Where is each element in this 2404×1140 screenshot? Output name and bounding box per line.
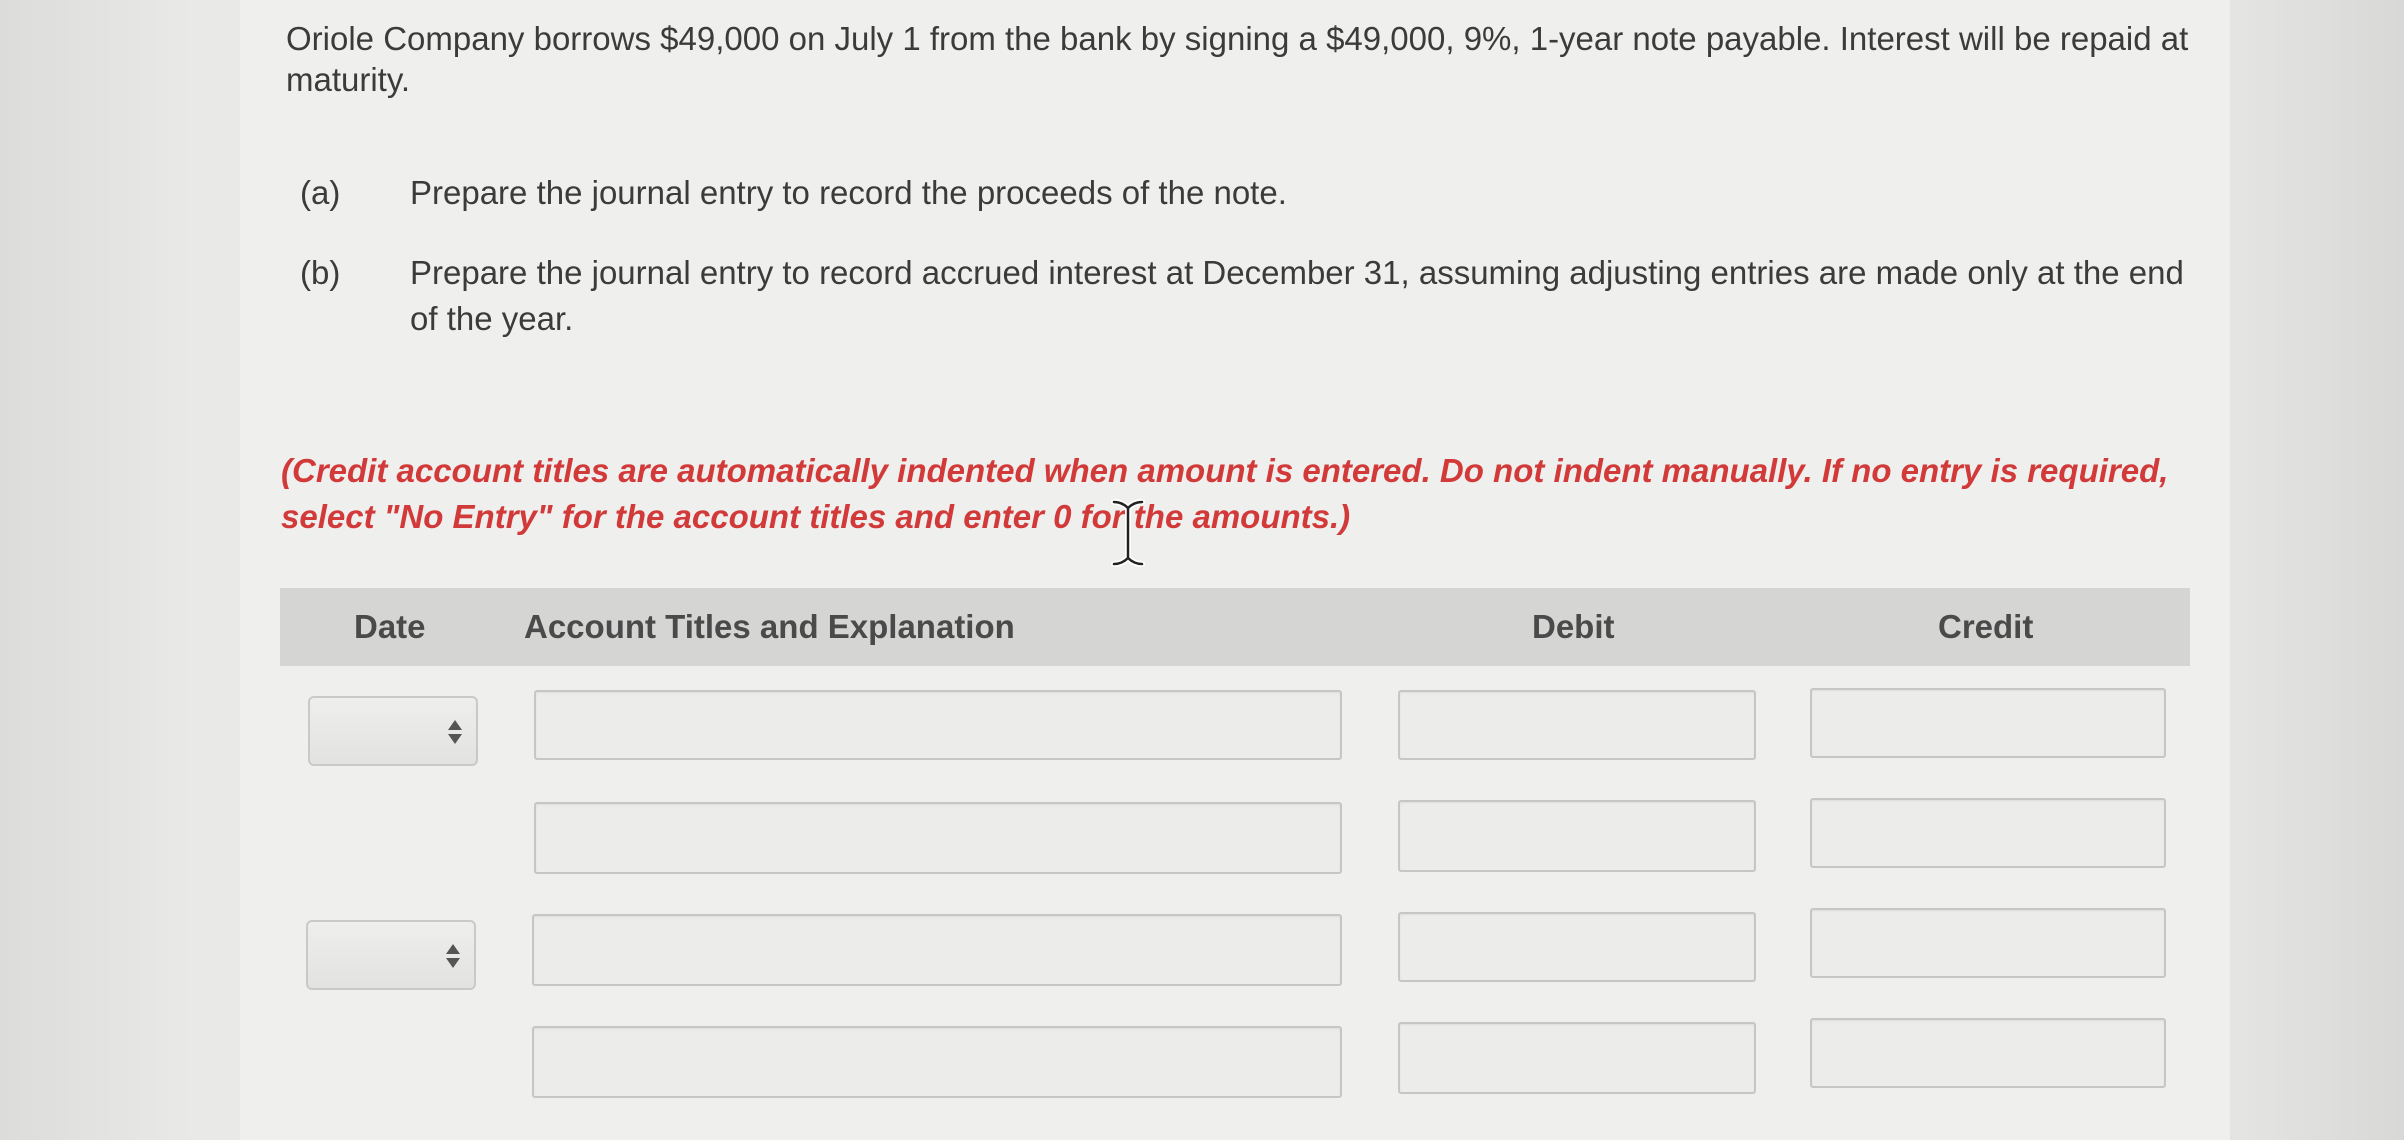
header-credit: Credit [1938,608,2034,645]
requirement-a-letter: (a) [300,174,341,211]
credit-input-row-4[interactable] [1810,1018,2166,1088]
up-down-arrows-icon [448,720,462,746]
requirement-a-text: Prepare the journal entry to record the … [410,174,1287,211]
account-input-row-3[interactable] [532,914,1342,986]
credit-input-row-1[interactable] [1810,688,2166,758]
up-down-arrows-icon [446,944,460,970]
date-select-row-3[interactable] [306,920,476,990]
requirement-b-letter: (b) [300,254,341,291]
date-select-row-1[interactable] [308,696,478,766]
header-debit: Debit [1532,608,1615,645]
header-date: Date [354,608,426,645]
problem-intro: Oriole Company borrows $49,000 on July 1… [286,20,2189,98]
account-input-row-1[interactable] [534,690,1342,760]
debit-input-row-3[interactable] [1398,912,1756,982]
requirement-b-text: Prepare the journal entry to record accr… [410,254,2184,337]
debit-input-row-1[interactable] [1398,690,1756,760]
credit-input-row-2[interactable] [1810,798,2166,868]
header-account-titles: Account Titles and Explanation [524,608,1015,645]
entry-instruction: (Credit account titles are automatically… [281,452,2169,535]
debit-input-row-4[interactable] [1398,1022,1756,1094]
account-input-row-4[interactable] [532,1026,1342,1098]
credit-input-row-3[interactable] [1810,908,2166,978]
debit-input-row-2[interactable] [1398,800,1756,872]
journal-header-bar: Date Account Titles and Explanation Debi… [280,588,2190,666]
account-input-row-2[interactable] [534,802,1342,874]
text-cursor-icon [1111,499,1145,567]
